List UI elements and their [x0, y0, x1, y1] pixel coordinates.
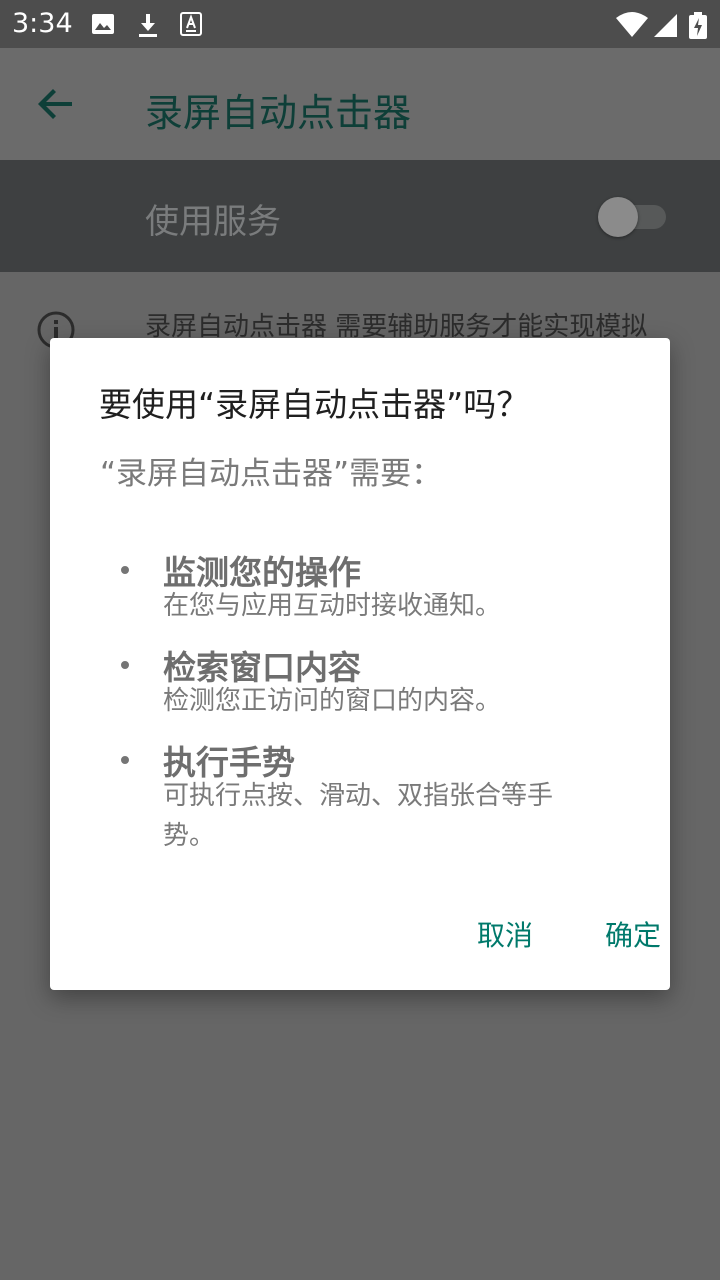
toggle-thumb[interactable] — [598, 197, 638, 237]
permission-description: 在您与应用互动时接收通知。 — [163, 591, 502, 621]
image-icon — [92, 14, 114, 34]
back-arrow-icon[interactable] — [32, 80, 80, 128]
permission-description: 可执行点按、滑动、双指张合等手势。 — [163, 781, 554, 851]
bullet-dot — [121, 566, 129, 574]
signal-icon — [654, 14, 677, 37]
download-icon — [139, 14, 157, 37]
battery-charging-icon — [689, 12, 707, 39]
ok-button[interactable]: 确定 — [605, 914, 661, 954]
dialog-subtitle: “录屏自动点击器”需要： — [100, 456, 443, 492]
use-service-label: 使用服务 — [145, 202, 281, 242]
bullet-dot — [121, 661, 129, 669]
bullet-dot — [121, 756, 129, 764]
use-service-row[interactable]: 使用服务 — [0, 160, 720, 272]
status-bar: 3:34 — [0, 0, 720, 48]
page-title: 录屏自动点击器 — [145, 91, 412, 135]
permission-description: 检测您正访问的窗口的内容。 — [163, 686, 502, 716]
permission-dialog: 要使用“录屏自动点击器”吗？ “录屏自动点击器”需要： 监测您的操作 在您与应用… — [50, 338, 670, 990]
cancel-button[interactable]: 取消 — [477, 914, 533, 954]
font-icon — [180, 12, 202, 36]
app-bar: 录屏自动点击器 — [0, 48, 720, 160]
status-time: 3:34 — [12, 8, 73, 39]
wifi-icon — [616, 12, 648, 37]
dialog-title: 要使用“录屏自动点击器”吗？ — [99, 385, 530, 424]
